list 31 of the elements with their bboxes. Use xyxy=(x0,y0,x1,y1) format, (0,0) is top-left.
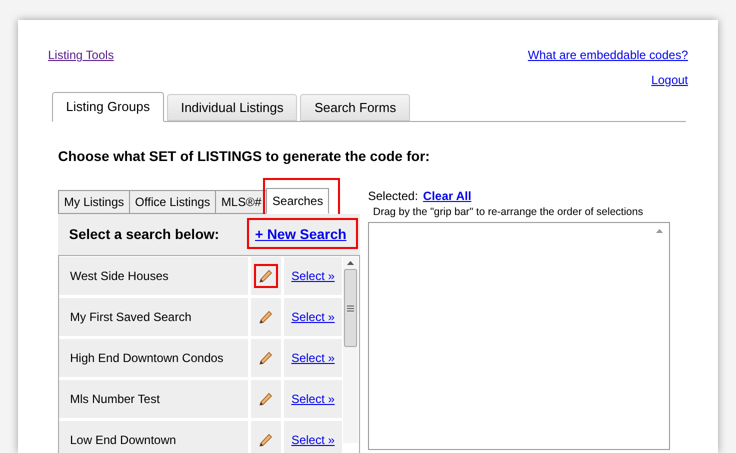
section-heading: Choose what SET of LISTINGS to generate the code for: xyxy=(58,147,431,166)
selected-label: Selected: xyxy=(368,188,418,205)
scrollbar-thumb[interactable] xyxy=(344,269,357,347)
tab[interactable]: Individual Listings xyxy=(166,94,298,121)
pencil-icon[interactable] xyxy=(258,309,274,325)
clear-all-link[interactable]: Clear All xyxy=(423,187,472,205)
logout-link[interactable]: Logout xyxy=(651,71,688,89)
subtab[interactable]: MLS®# xyxy=(215,190,268,214)
pencil-icon[interactable] xyxy=(258,268,274,284)
subtab[interactable]: My Listings xyxy=(58,190,130,214)
search-name: My First Saved Search xyxy=(59,298,248,336)
search-name: West Side Houses xyxy=(59,257,248,295)
listing-tools-link[interactable]: Listing Tools xyxy=(48,46,114,64)
search-name: Low End Downtown xyxy=(59,421,248,453)
drag-hint: Drag by the "grip bar" to re-arrange the order of selections xyxy=(373,205,644,220)
pencil-icon[interactable] xyxy=(258,350,274,366)
pencil-icon[interactable] xyxy=(258,391,274,407)
subtab[interactable]: Office Listings xyxy=(129,190,216,214)
scroll-up-arrow[interactable] xyxy=(656,228,663,233)
scroll-up-arrow[interactable] xyxy=(347,261,354,265)
grip-icon xyxy=(347,304,354,312)
new-search-link[interactable]: + New Search xyxy=(255,224,346,245)
search-name: High End Downtown Condos xyxy=(59,339,248,377)
scrollbar[interactable] xyxy=(343,257,358,443)
pencil-icon[interactable] xyxy=(258,432,274,448)
search-name: Mls Number Test xyxy=(59,380,248,418)
subtab[interactable]: Searches xyxy=(266,188,330,214)
help-link[interactable]: What are embeddable codes? xyxy=(528,46,688,64)
tab[interactable]: Listing Groups xyxy=(52,92,164,122)
panel-title: Select a search below: xyxy=(69,225,220,244)
tab[interactable]: Search Forms xyxy=(300,94,410,121)
